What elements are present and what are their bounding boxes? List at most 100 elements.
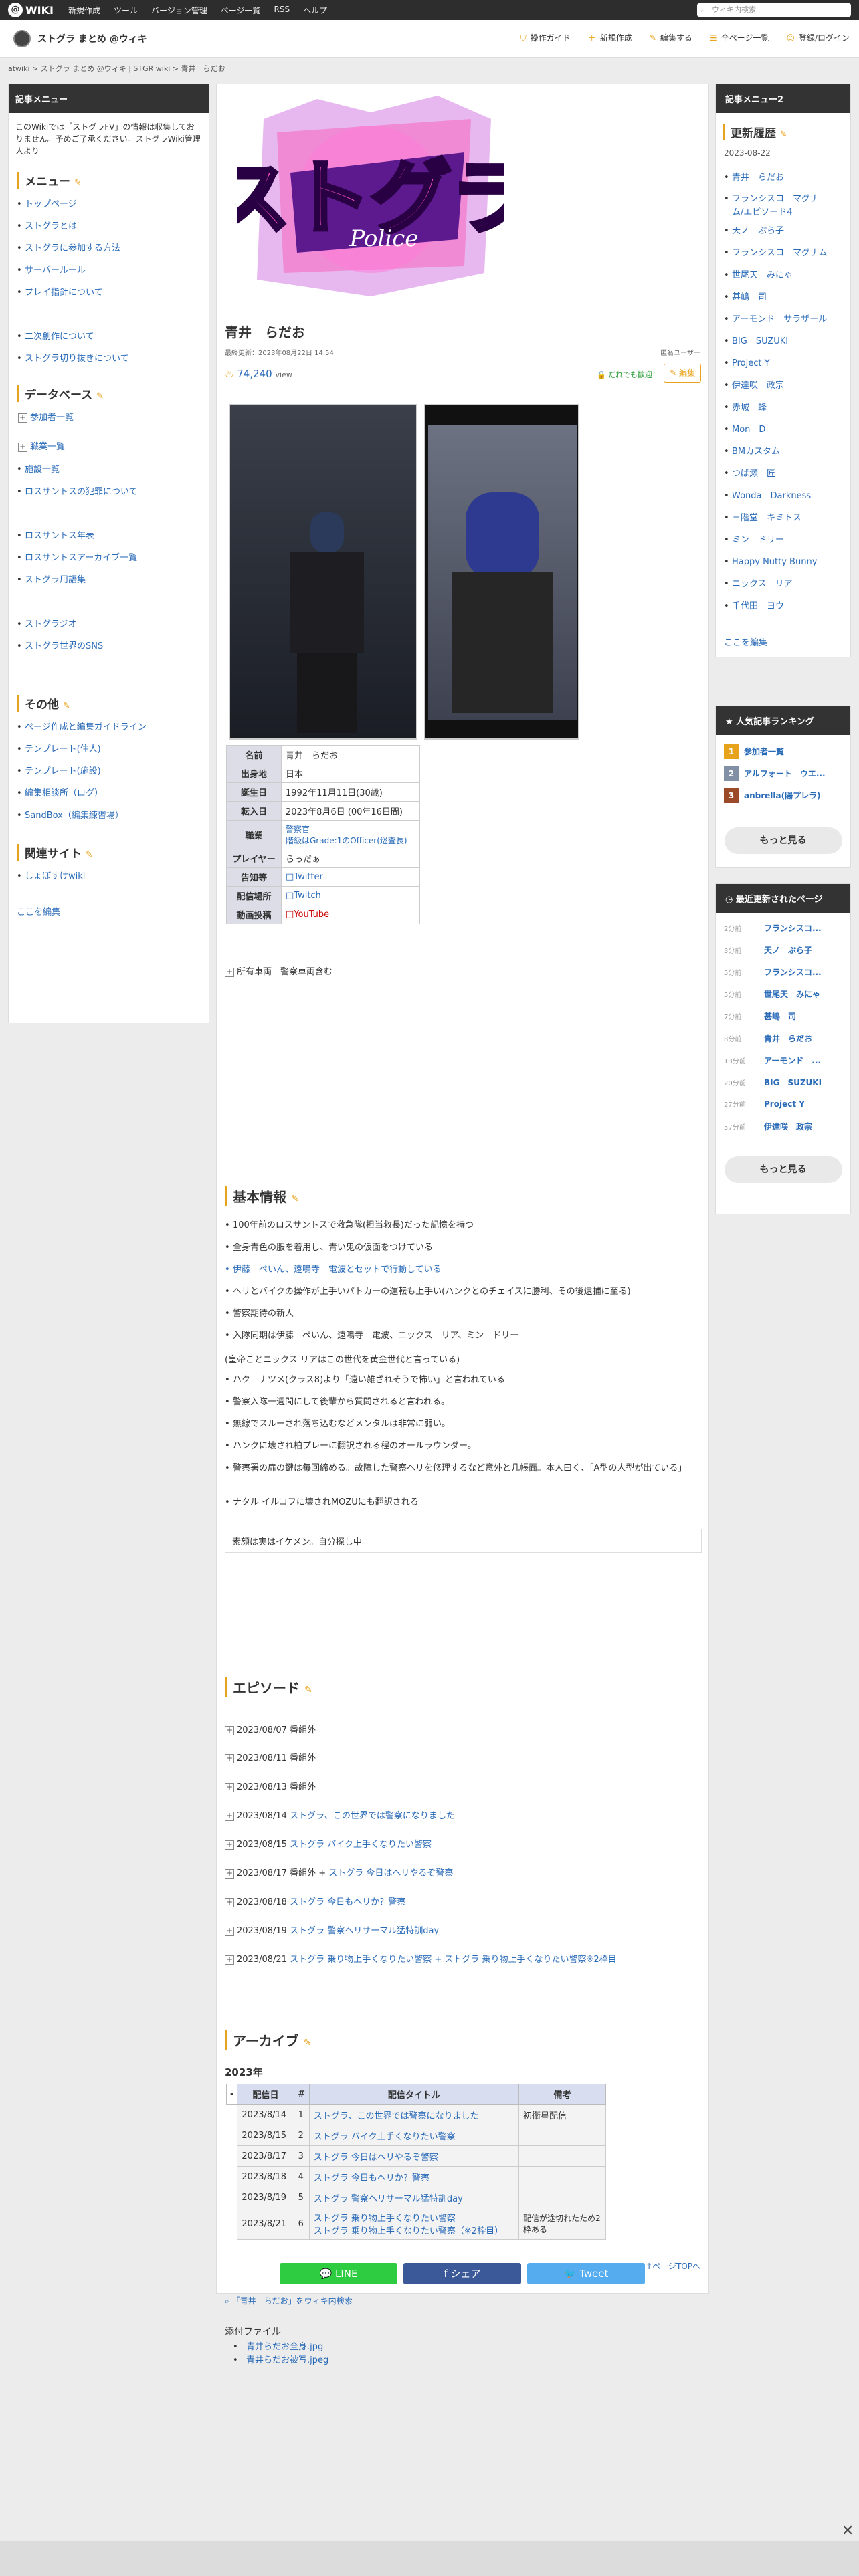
login-button[interactable]: ☺ 登録/ログイン xyxy=(786,32,850,43)
other-link[interactable]: 編集相談所（ログ） xyxy=(9,787,119,800)
all-pages-button[interactable]: ☰ 全ページ一覧 xyxy=(710,32,769,43)
recent-item[interactable]: 7分前 甚嶋 司 xyxy=(724,1010,796,1022)
episode-toggle[interactable]: +2023/08/19 ストグラ 警察ヘリサーマル猛特訓day xyxy=(225,1923,439,1936)
episode-toggle[interactable]: +2023/08/11 番組外 xyxy=(225,1751,316,1763)
recent-item[interactable]: 3分前 天ノ ぷら子 xyxy=(724,944,812,956)
db-link[interactable]: ストグラジオ xyxy=(9,618,93,631)
youtube-link[interactable]: □YouTube xyxy=(281,905,420,924)
right-edit-link[interactable]: ここを編集 xyxy=(716,637,850,650)
db-link[interactable]: ストグラ世界のSNS xyxy=(9,640,119,653)
recent-item[interactable]: 8分前 青井 らだお xyxy=(724,1033,812,1044)
twitter-link[interactable]: □Twitter xyxy=(281,867,420,887)
menu-link[interactable]: ストグラ切り抜きについて xyxy=(9,352,145,366)
history-link[interactable]: BIG SUZUKI xyxy=(716,335,804,348)
wiki-search-link[interactable]: ⌕ 「青井 らだお」をウィキ内検索 xyxy=(225,2295,353,2306)
history-link[interactable]: 世尾天 みにゃ xyxy=(716,269,809,282)
db-link[interactable]: ロスサントス年表 xyxy=(9,530,110,543)
history-link[interactable]: Happy Nutty Bunny xyxy=(716,556,833,569)
site-icon[interactable] xyxy=(13,29,31,47)
episode-toggle[interactable]: +2023/08/07 番組外 xyxy=(225,1723,316,1735)
breadcrumb[interactable]: atwiki > ストグラ まとめ @ウィキ | STGR wiki > 青井 … xyxy=(8,63,225,74)
col-note[interactable]: 備考 xyxy=(518,2084,606,2105)
wiki-search-input[interactable]: ウィキ内検索 xyxy=(697,3,851,17)
character-photo-1[interactable] xyxy=(229,404,417,740)
ranking-item[interactable]: 2 アルフォート ウエ... xyxy=(724,766,826,781)
db-link[interactable]: ストグラ用語集 xyxy=(9,574,102,587)
other-link[interactable]: SandBox（編集練習場） xyxy=(9,809,140,823)
history-link[interactable]: ニックス リア xyxy=(716,578,809,591)
db-link[interactable]: + 参加者一覧 xyxy=(9,411,90,425)
history-link[interactable]: Mon D xyxy=(716,423,781,437)
ranking-item[interactable]: 1 参加者一覧 xyxy=(724,744,784,759)
attachment-link[interactable]: 青井らだお全身.jpg xyxy=(225,2341,345,2354)
episode-toggle[interactable]: +2023/08/15 ストグラ バイク上手くなりたい警察 xyxy=(225,1837,432,1850)
menu-version[interactable]: バージョン管理 xyxy=(151,5,207,16)
history-link[interactable]: ミン ドリー xyxy=(716,534,800,547)
recent-item[interactable]: 5分前 フランシスコ... xyxy=(724,966,822,978)
history-link[interactable]: 天ノ ぷら子 xyxy=(716,225,800,238)
menu-link[interactable]: 二次創作について xyxy=(9,330,110,344)
menu-tools[interactable]: ツール xyxy=(114,5,138,16)
history-link[interactable]: 赤城 蜂 xyxy=(716,401,783,415)
recent-item[interactable]: 2分前 フランシスコ... xyxy=(724,922,822,934)
menu-link[interactable]: ストグラとは xyxy=(9,220,93,233)
menu-new[interactable]: 新規作成 xyxy=(68,5,100,16)
menu-link[interactable]: サーバールール xyxy=(9,264,102,278)
col-title[interactable]: 配信タイトル xyxy=(308,2084,520,2105)
history-link[interactable]: フランシスコ マグナム xyxy=(716,247,844,260)
close-button[interactable]: ✕ xyxy=(842,2523,854,2539)
menu-link[interactable]: プレイ指針について xyxy=(9,286,119,300)
episode-toggle[interactable]: +2023/08/14 ストグラ、この世界では警察になりました xyxy=(225,1808,455,1821)
history-link[interactable]: Wonda Darkness xyxy=(716,490,827,503)
history-link[interactable]: Project Y xyxy=(716,357,786,370)
other-link[interactable]: テンプレート(施設) xyxy=(9,765,117,778)
twitch-link[interactable]: □Twitch xyxy=(281,886,420,905)
history-link[interactable]: 三階堂 キミトス xyxy=(716,512,818,525)
col-date[interactable]: 配信日 xyxy=(237,2084,294,2105)
db-link[interactable]: ロスサントスの犯罪について xyxy=(9,486,154,499)
history-link[interactable]: BMカスタム xyxy=(716,445,796,459)
history-link[interactable]: フランシスコ マグナム/エピソード4 xyxy=(716,193,843,219)
menu-link[interactable]: ストグラに参加する方法 xyxy=(9,242,136,255)
line-share-button[interactable]: 💬 LINE xyxy=(280,2263,397,2284)
site-name[interactable]: ストグラ まとめ @ウィキ xyxy=(37,32,147,45)
edit-button[interactable]: ✎ 編集する xyxy=(650,32,692,43)
owned-vehicles-toggle[interactable]: + 所有車両 警察車両含む xyxy=(225,964,332,977)
history-link[interactable]: つば瀬 匠 xyxy=(716,467,791,481)
db-link[interactable]: + 職業一覧 xyxy=(9,441,81,454)
other-link[interactable]: テンプレート(住人) xyxy=(9,743,117,756)
recent-item[interactable]: 13分前 アーモンド ... xyxy=(724,1055,821,1066)
collapse-toggle[interactable]: - xyxy=(225,2084,238,2105)
article-edit-button[interactable]: ✎ 編集 xyxy=(664,364,701,383)
attachment-link[interactable]: 青井らだお被写.jpeg xyxy=(225,2354,345,2367)
twitter-share-button[interactable]: 🐦 Tweet xyxy=(527,2263,645,2284)
other-link[interactable]: ページ作成と編集ガイドライン xyxy=(9,721,163,734)
episode-toggle[interactable]: +2023/08/13 番組外 xyxy=(225,1780,316,1792)
page-top-link[interactable]: ↑ページTOPへ xyxy=(646,2260,700,2272)
history-link[interactable]: 甚嶋 司 xyxy=(716,291,783,304)
facebook-share-button[interactable]: f シェア xyxy=(403,2263,521,2284)
episode-toggle[interactable]: +2023/08/18 ストグラ 今日もヘリか？警察 xyxy=(225,1895,405,1907)
character-photo-2[interactable] xyxy=(424,404,579,740)
guide-button[interactable]: ⛉ 操作ガイド xyxy=(520,32,571,43)
recent-item[interactable]: 27分前 Project Y xyxy=(724,1099,805,1109)
history-link[interactable]: アーモンド サラザール xyxy=(716,313,843,326)
episode-toggle[interactable]: +2023/08/17 番組外 + ストグラ 今日はヘリやるぞ警察 xyxy=(225,1866,453,1879)
history-link[interactable]: 青井 らだお xyxy=(716,171,800,185)
recent-item[interactable]: 20分前 BIG SUZUKI xyxy=(724,1077,822,1088)
new-page-button[interactable]: ＋新規作成 xyxy=(588,32,632,43)
recent-item[interactable]: 5分前 世尾天 みにゃ xyxy=(724,988,820,1000)
db-link[interactable]: ロスサントスアーカイブ一覧 xyxy=(9,552,153,565)
history-link[interactable]: 千代田 ヨウ xyxy=(716,600,800,613)
list-item[interactable]: 伊藤 ぺいん、遠鳴寺 電波とセットで行動している xyxy=(225,1264,442,1276)
history-link[interactable]: 伊達咲 政宗 xyxy=(716,379,800,393)
menu-pages[interactable]: ページ一覧 xyxy=(221,5,261,16)
menu-rss[interactable]: RSS xyxy=(274,5,290,16)
col-num[interactable]: # xyxy=(293,2084,310,2105)
menu-link[interactable]: トップページ xyxy=(9,198,93,211)
related-link[interactable]: しょぼすけwiki xyxy=(9,870,209,883)
episode-toggle[interactable]: +2023/08/21 ストグラ 乗り物上手くなりたい警察 + ストグラ 乗り物… xyxy=(225,1952,617,1965)
db-link[interactable]: 施設一覧 xyxy=(9,463,76,477)
left-edit-link[interactable]: ここを編集 xyxy=(9,906,209,920)
ranking-more-button[interactable]: もっと見る xyxy=(724,827,842,854)
